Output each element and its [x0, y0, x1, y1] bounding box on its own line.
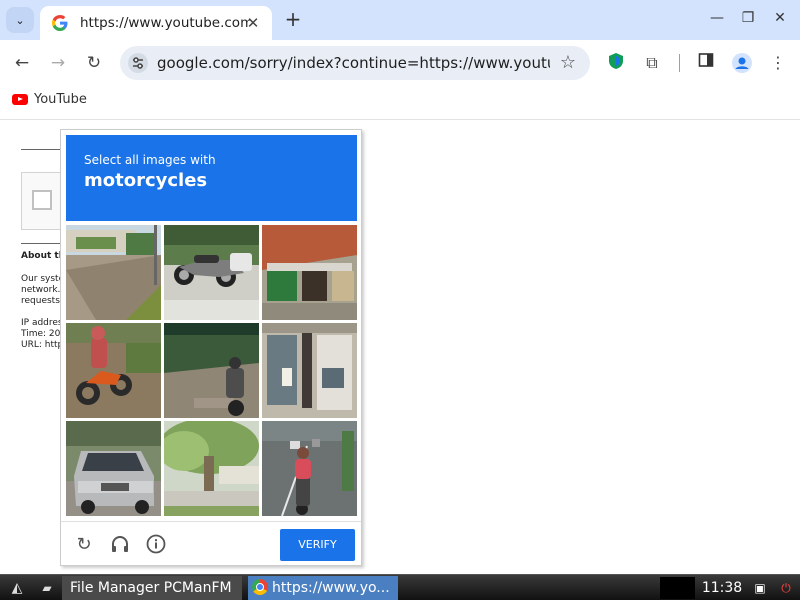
verify-button[interactable]: VERIFY [280, 529, 355, 561]
bookmarks-bar: YouTube [0, 86, 800, 120]
tray-area [660, 577, 695, 599]
about-heading: About this page [21, 251, 61, 261]
divider [21, 149, 61, 150]
captcha-challenge: Select all images with motorcycles ↻ VER… [60, 129, 362, 566]
captcha-instruction: Select all images with [84, 153, 216, 167]
captcha-target: motorcycles [84, 170, 208, 191]
taskbar-chrome-label: https://www.yo... [272, 580, 390, 596]
recaptcha-checkbox[interactable] [32, 190, 52, 210]
start-menu-icon[interactable]: ◭ [2, 577, 32, 599]
chevron-down-icon: ⌄ [15, 13, 25, 27]
browser-tab[interactable]: https://www.youtube.com ✕ [40, 6, 272, 40]
captcha-tile[interactable] [66, 323, 161, 418]
tab-search-button[interactable]: ⌄ [6, 7, 34, 33]
minimize-button[interactable]: — [707, 10, 727, 26]
captcha-tile[interactable] [262, 225, 357, 320]
side-panel-icon[interactable] [695, 52, 717, 74]
bookmark-youtube[interactable]: YouTube [12, 92, 87, 107]
reload-icon[interactable]: ↻ [83, 52, 105, 74]
paragraph-line: Our systems have detected unusual traffi… [21, 274, 61, 284]
window-close-button[interactable]: ✕ [770, 10, 790, 26]
taskbar: ◭ ▰ File Manager PCManFM https://www.yo.… [0, 574, 800, 600]
url-text[interactable]: google.com/sorry/index?continue=https://… [157, 54, 550, 72]
chrome-icon [252, 579, 268, 595]
new-tab-button[interactable]: + [282, 8, 304, 30]
profile-icon[interactable] [731, 52, 753, 74]
taskbar-file-manager[interactable]: File Manager PCManFM [62, 576, 242, 600]
back-arrow-icon[interactable]: ← [11, 52, 33, 74]
browser-toolbar: ← → ↻ google.com/sorry/index?continue=ht… [0, 40, 800, 86]
plus-icon: + [284, 7, 302, 31]
paragraph-line: network. This page checks to see if it's… [21, 285, 61, 295]
network-icon[interactable]: ▣ [750, 578, 770, 598]
info-icon[interactable] [145, 534, 167, 556]
tab-title: https://www.youtube.com [80, 15, 250, 31]
captcha-tile[interactable] [262, 323, 357, 418]
info-line: Time: 20 [21, 329, 61, 339]
captcha-tile[interactable] [164, 225, 259, 320]
forward-arrow-icon[interactable]: → [47, 52, 69, 74]
captcha-tile[interactable] [164, 323, 259, 418]
captcha-grid [66, 225, 357, 516]
tab-strip: ⌄ https://www.youtube.com ✕ + — ❐ ✕ [0, 0, 800, 40]
google-logo-icon [52, 15, 68, 31]
captcha-tile[interactable] [66, 225, 161, 320]
address-bar[interactable]: google.com/sorry/index?continue=https://… [120, 46, 590, 80]
toolbar-divider [679, 54, 680, 72]
star-icon[interactable]: ☆ [560, 52, 576, 73]
captcha-tile[interactable] [262, 421, 357, 516]
divider [21, 243, 61, 244]
shield-icon[interactable] [605, 52, 627, 74]
captcha-tile[interactable] [66, 421, 161, 516]
clock[interactable]: 11:38 [700, 577, 744, 599]
reload-icon[interactable]: ↻ [73, 534, 95, 556]
info-line: IP address: [21, 318, 61, 328]
show-desktop-icon[interactable]: ▰ [38, 579, 56, 597]
puzzle-icon[interactable]: ⧉ [641, 52, 663, 74]
kebab-menu-icon[interactable]: ⋮ [767, 52, 789, 74]
paragraph-line: requests, and not a robot. [21, 296, 61, 306]
captcha-header: Select all images with motorcycles [66, 135, 357, 221]
power-icon[interactable]: ⏻ [776, 578, 796, 598]
restore-button[interactable]: ❐ [738, 10, 758, 26]
captcha-tile[interactable] [164, 421, 259, 516]
taskbar-chrome[interactable]: https://www.yo... [248, 576, 398, 600]
info-line: URL: http [21, 340, 61, 350]
tab-close-icon[interactable]: ✕ [244, 14, 262, 32]
captcha-footer: ↻ VERIFY [61, 521, 361, 566]
youtube-logo-icon [12, 94, 28, 105]
headphones-icon[interactable] [109, 534, 131, 556]
tune-icon[interactable] [128, 53, 148, 73]
bookmark-label: YouTube [34, 92, 87, 107]
